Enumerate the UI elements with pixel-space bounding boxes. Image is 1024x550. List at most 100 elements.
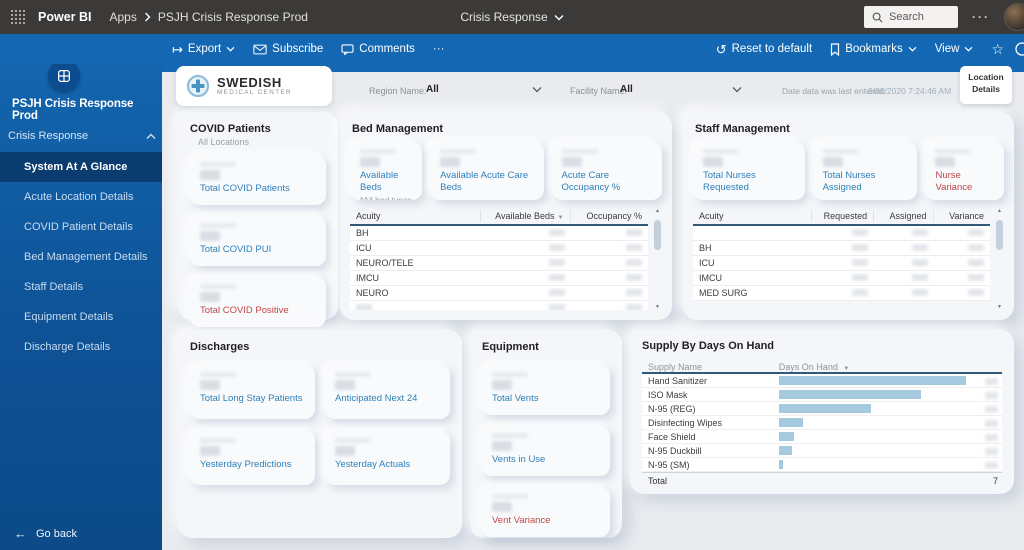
sidebar-item[interactable]: COVID Patient Details xyxy=(0,212,162,242)
supply-row[interactable]: Disinfecting Wipes xyxy=(642,416,1002,430)
supply-row[interactable]: N-95 (SM) xyxy=(642,458,1002,472)
table-row[interactable]: NEURO xyxy=(350,286,648,301)
region-dropdown-chevron-icon[interactable] xyxy=(532,86,542,93)
export-button[interactable]: ↦ Export xyxy=(172,43,235,56)
table-cell-value xyxy=(874,288,933,298)
region-filter-value[interactable]: All xyxy=(426,84,439,95)
kpi-tile[interactable]: Total Nurses Requested xyxy=(693,142,805,200)
column-header[interactable]: Variance xyxy=(934,210,990,222)
kpi-tile[interactable]: Vent Variance xyxy=(482,487,610,537)
powerbi-brand[interactable]: Power BI xyxy=(38,10,92,24)
breadcrumb-app-name[interactable]: PSJH Crisis Response Prod xyxy=(158,10,308,24)
column-header[interactable]: Available Beds▼ xyxy=(481,210,570,222)
go-back-button[interactable]: ← Go back xyxy=(14,526,77,541)
column-header[interactable]: Occupancy % xyxy=(571,210,648,222)
comments-button[interactable]: Comments xyxy=(341,43,415,55)
column-header[interactable]: Acuity xyxy=(350,210,481,222)
table-row[interactable] xyxy=(693,226,990,241)
supply-row[interactable]: N-95 (REG) xyxy=(642,402,1002,416)
redacted-value xyxy=(968,244,984,251)
kpi-tile[interactable]: Available Beds*All bed types xyxy=(350,142,422,200)
table-row[interactable]: ICU xyxy=(350,241,648,256)
search-input[interactable]: Search xyxy=(864,6,958,28)
refresh-icon[interactable] xyxy=(1014,41,1024,57)
scroll-up-icon[interactable]: ▲ xyxy=(652,208,663,214)
favorite-star-icon[interactable]: ☆ xyxy=(991,41,1004,58)
scroll-thumb[interactable] xyxy=(996,220,1003,250)
supply-row[interactable]: Face Shield xyxy=(642,430,1002,444)
region-filter-label: Region Name: xyxy=(369,86,427,96)
table-row[interactable]: NEURO/TELE xyxy=(350,256,648,271)
report-switcher[interactable]: Crisis Response xyxy=(460,10,547,24)
kpi-tile[interactable]: Total Long Stay Patients xyxy=(190,365,315,419)
sidebar-item[interactable]: Equipment Details xyxy=(0,302,162,332)
app-logo-icon[interactable] xyxy=(48,60,80,92)
table-cell-value xyxy=(934,273,990,283)
sidebar-item[interactable]: Staff Details xyxy=(0,272,162,302)
kpi-tile[interactable]: Nurse Variance xyxy=(925,142,1004,200)
supply-row[interactable]: N-95 Duckbill xyxy=(642,444,1002,458)
kpi-label: Total COVID PUI xyxy=(200,244,316,256)
sidebar-item[interactable]: System At A Glance xyxy=(0,152,162,182)
scroll-down-icon[interactable]: ▼ xyxy=(994,304,1005,310)
chevron-down-icon[interactable] xyxy=(554,14,564,21)
redacted-value xyxy=(985,434,998,441)
reset-to-default-button[interactable]: ↺ Reset to default xyxy=(716,43,812,56)
table-row[interactable] xyxy=(350,301,648,310)
facility-filter-value[interactable]: All xyxy=(620,84,633,95)
table-row[interactable]: IMCU xyxy=(350,271,648,286)
redacted-value xyxy=(852,289,868,296)
scroll-up-icon[interactable]: ▲ xyxy=(994,208,1005,214)
scroll-thumb[interactable] xyxy=(654,220,661,250)
breadcrumb-apps[interactable]: Apps xyxy=(110,10,137,24)
kpi-tile[interactable]: Total COVID Patients xyxy=(190,155,326,205)
kpi-tile[interactable]: Vents in Use xyxy=(482,426,610,476)
table-row[interactable]: MED SURG xyxy=(693,286,990,301)
bookmarks-button[interactable]: Bookmarks xyxy=(830,43,917,56)
sidebar-section-crisis-response[interactable]: Crisis Response xyxy=(8,124,156,148)
avatar[interactable] xyxy=(1004,3,1024,31)
kpi-tile[interactable]: Total Vents xyxy=(482,365,610,415)
kpi-tile[interactable]: Yesterday Predictions xyxy=(190,431,315,485)
table-cell-value xyxy=(571,288,648,298)
redacted-value xyxy=(985,448,998,455)
discharges-card: Discharges Total Long Stay PatientsAntic… xyxy=(178,330,462,538)
redacted-value xyxy=(968,259,984,266)
table-row[interactable]: ICU xyxy=(693,256,990,271)
more-options-icon[interactable]: ··· xyxy=(972,10,990,24)
kpi-tile[interactable]: Total COVID Positive xyxy=(190,277,326,327)
toolbar-more-icon[interactable]: ··· xyxy=(433,43,445,55)
column-header[interactable]: Requested xyxy=(812,210,874,222)
kpi-tile[interactable]: Yesterday Actuals xyxy=(325,431,450,485)
kpi-tile[interactable]: Total COVID PUI xyxy=(190,216,326,266)
kpi-tile[interactable]: Anticipated Next 24 xyxy=(325,365,450,419)
location-details-button[interactable]: Location Details xyxy=(960,66,1012,104)
kpi-tile[interactable]: Total Nurses Assigned xyxy=(813,142,918,200)
redacted-value xyxy=(492,502,512,512)
kpi-tile[interactable]: Acute Care Occupancy % xyxy=(552,142,662,200)
supply-row[interactable]: ISO Mask xyxy=(642,388,1002,402)
sidebar-item[interactable]: Bed Management Details xyxy=(0,242,162,272)
subscribe-button[interactable]: Subscribe xyxy=(253,43,323,55)
table-row[interactable]: IMCU xyxy=(693,271,990,286)
supply-name: Disinfecting Wipes xyxy=(642,418,779,428)
scroll-down-icon[interactable]: ▼ xyxy=(652,304,663,310)
column-header[interactable]: Acuity xyxy=(693,210,812,222)
redacted-value xyxy=(968,274,984,281)
table-cell-label: NEURO/TELE xyxy=(350,258,481,268)
column-header-days-on-hand[interactable]: Days On Hand ▼ xyxy=(779,362,966,372)
column-header-supply-name[interactable]: Supply Name xyxy=(642,362,779,372)
sidebar-item[interactable]: Discharge Details xyxy=(0,332,162,362)
facility-dropdown-chevron-icon[interactable] xyxy=(732,86,742,93)
kpi-label: Available Beds xyxy=(360,170,412,194)
table-row[interactable]: BH xyxy=(350,226,648,241)
table-row[interactable]: BH xyxy=(693,241,990,256)
kpi-tile[interactable]: Available Acute Care Beds xyxy=(430,142,543,200)
sidebar-item[interactable]: Acute Location Details xyxy=(0,182,162,212)
table-cell-label: IMCU xyxy=(693,273,812,283)
column-header[interactable]: Assigned xyxy=(874,210,933,222)
view-button[interactable]: View xyxy=(935,43,974,55)
waffle-menu-icon[interactable] xyxy=(11,10,25,24)
supply-row[interactable]: Hand Sanitizer xyxy=(642,374,1002,388)
comment-icon xyxy=(341,44,354,55)
